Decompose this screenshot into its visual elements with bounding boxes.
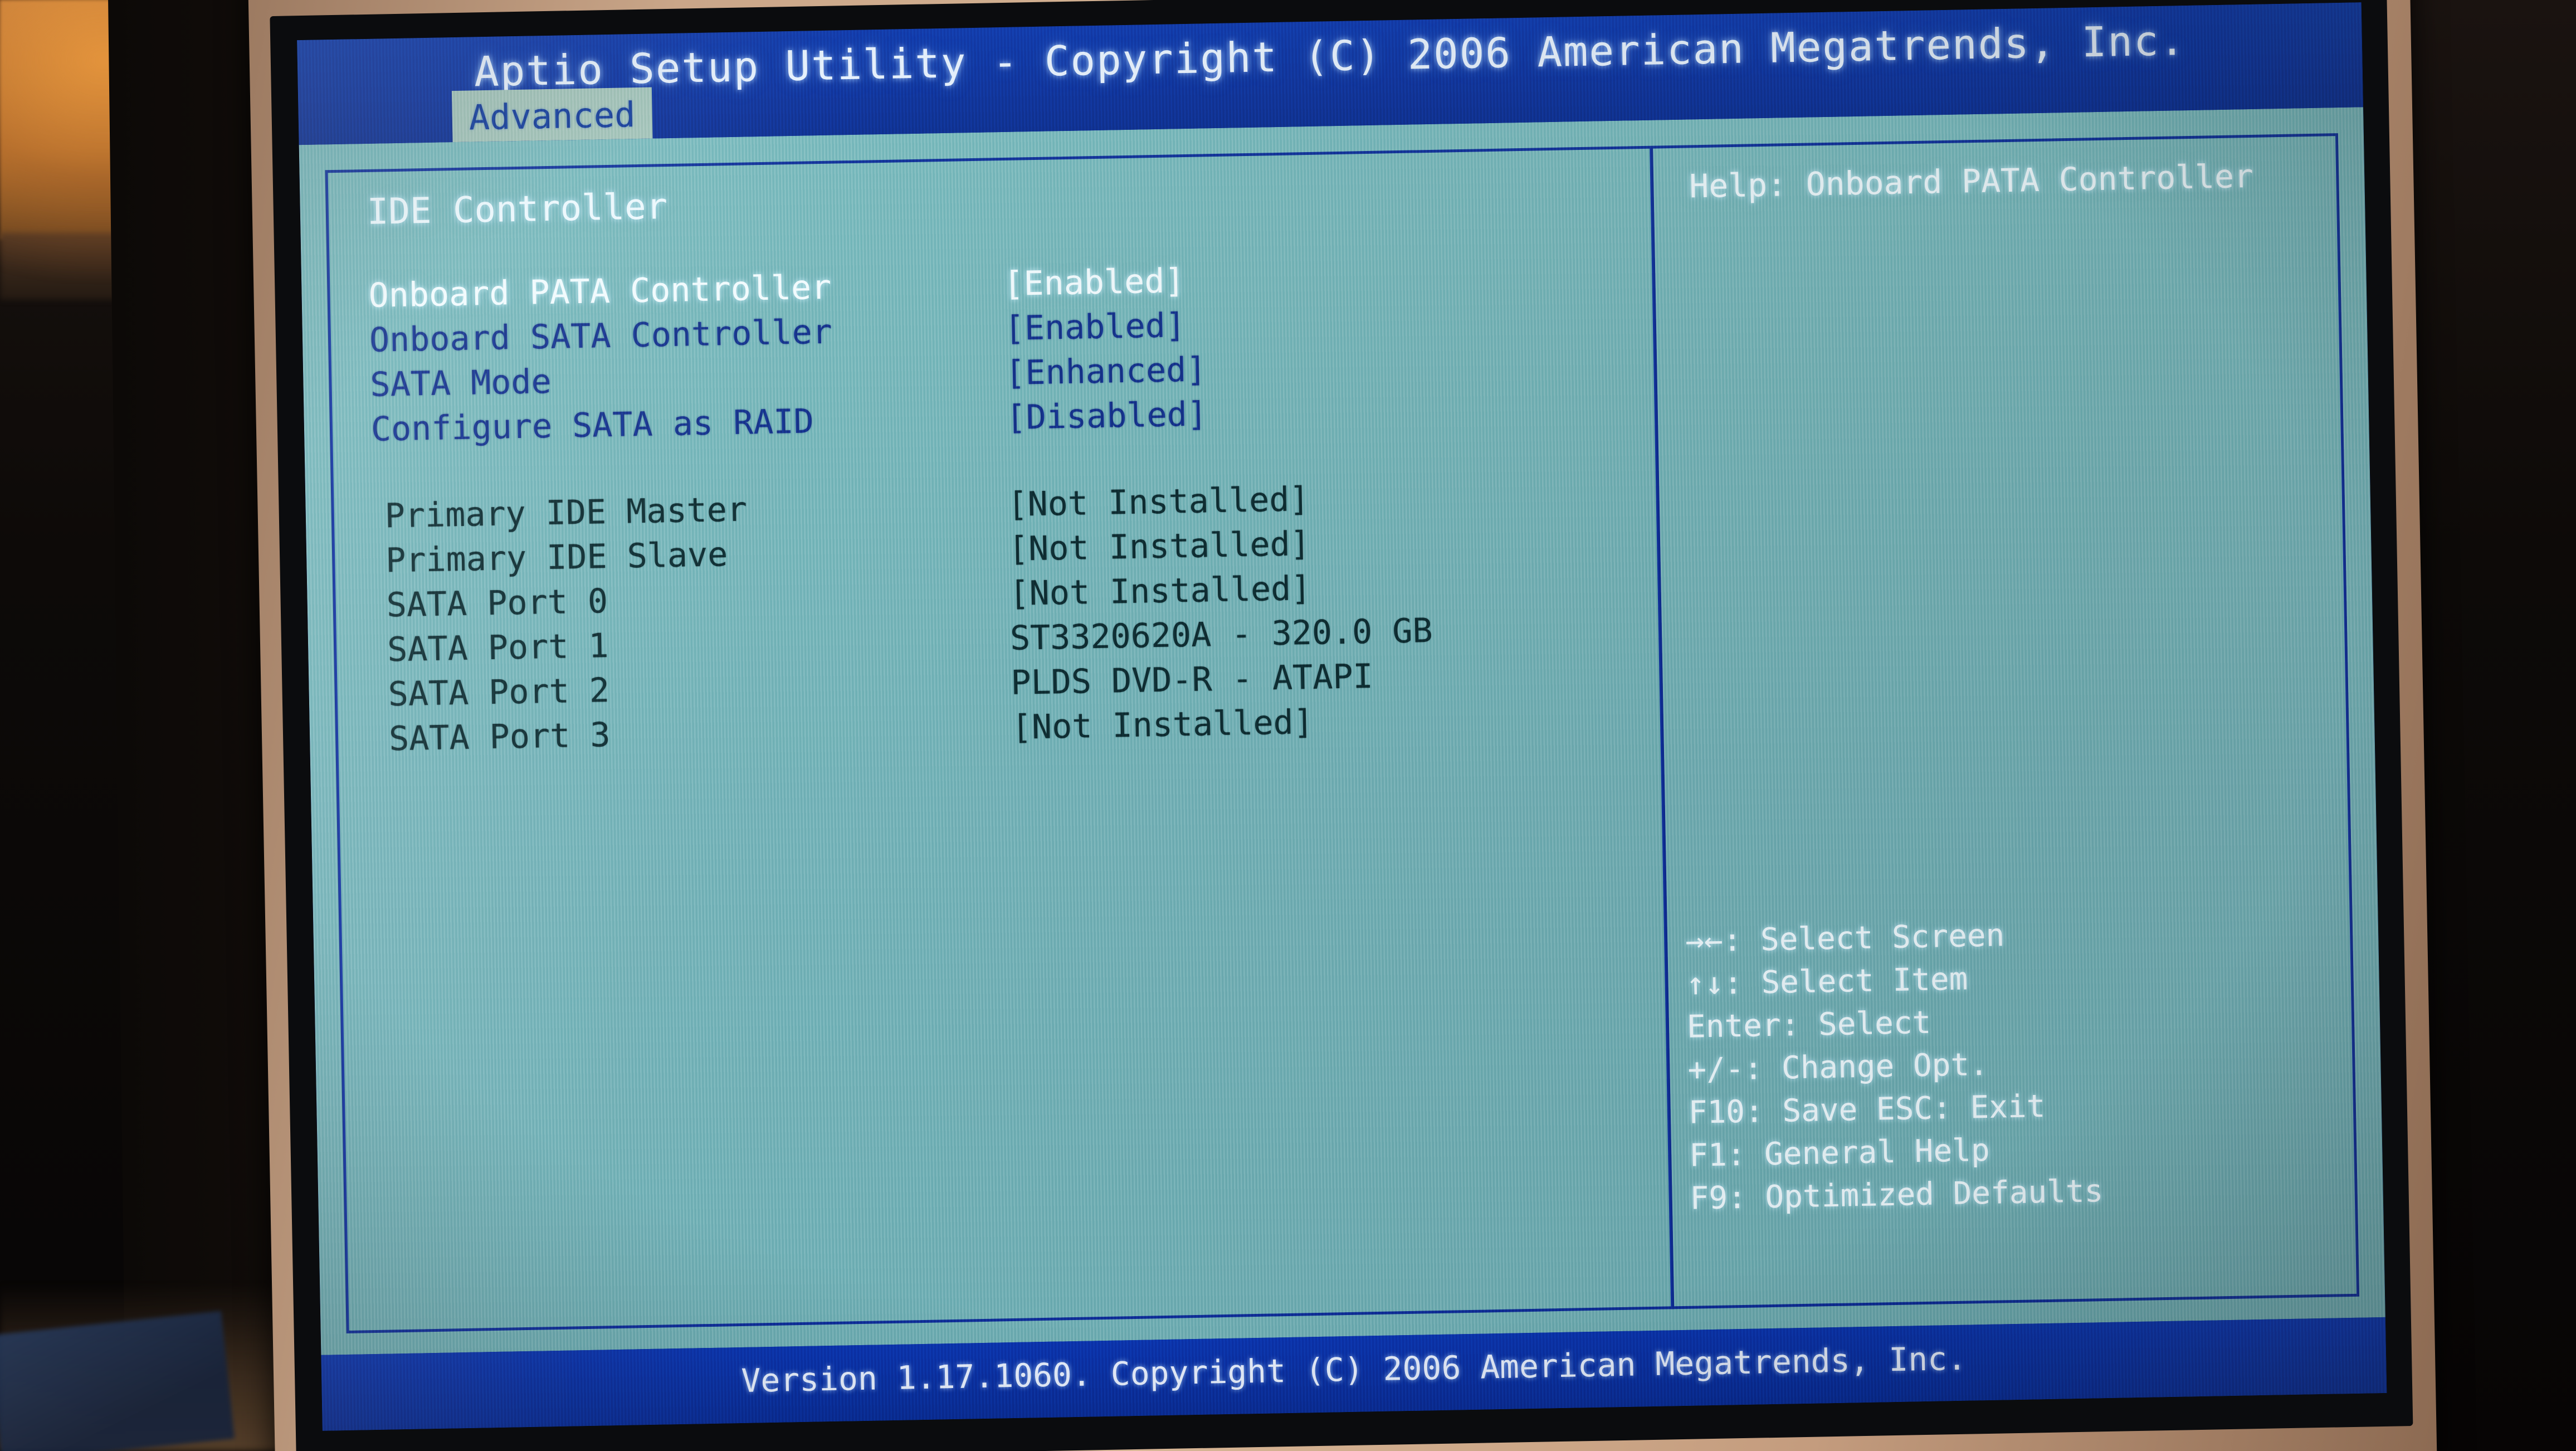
setting-value[interactable]: [Enhanced] [1005,350,1207,393]
photo-scene: Aptio Setup Utility - Copyright (C) 2006… [0,0,2576,1451]
settings-panel: IDE Controller Onboard PATA Controller [… [367,168,1647,765]
device-value: [Not Installed] [1008,569,1312,613]
device-value: ST3320620A - 320.0 GB [1009,611,1433,658]
key-legend: →←: Select Screen ↑↓: Select Item Enter:… [1685,908,2359,1220]
tab-advanced[interactable]: Advanced [451,87,653,143]
setting-value[interactable]: [Disabled] [1006,395,1207,437]
device-value: PLDS DVD-R - ATAPI [1010,656,1374,703]
device-value: [Not Installed] [1011,702,1314,747]
room-foreground-object [0,1311,235,1451]
setting-label: Onboard PATA Controller [368,267,832,315]
bios-screen: Aptio Setup Utility - Copyright (C) 2006… [297,2,2387,1431]
monitor: Aptio Setup Utility - Copyright (C) 2006… [248,0,2437,1451]
device-value: [Not Installed] [1007,480,1310,524]
device-value: [Not Installed] [1008,524,1311,569]
setting-value[interactable]: [Enabled] [1003,261,1185,304]
setting-value[interactable]: [Enabled] [1004,306,1185,348]
